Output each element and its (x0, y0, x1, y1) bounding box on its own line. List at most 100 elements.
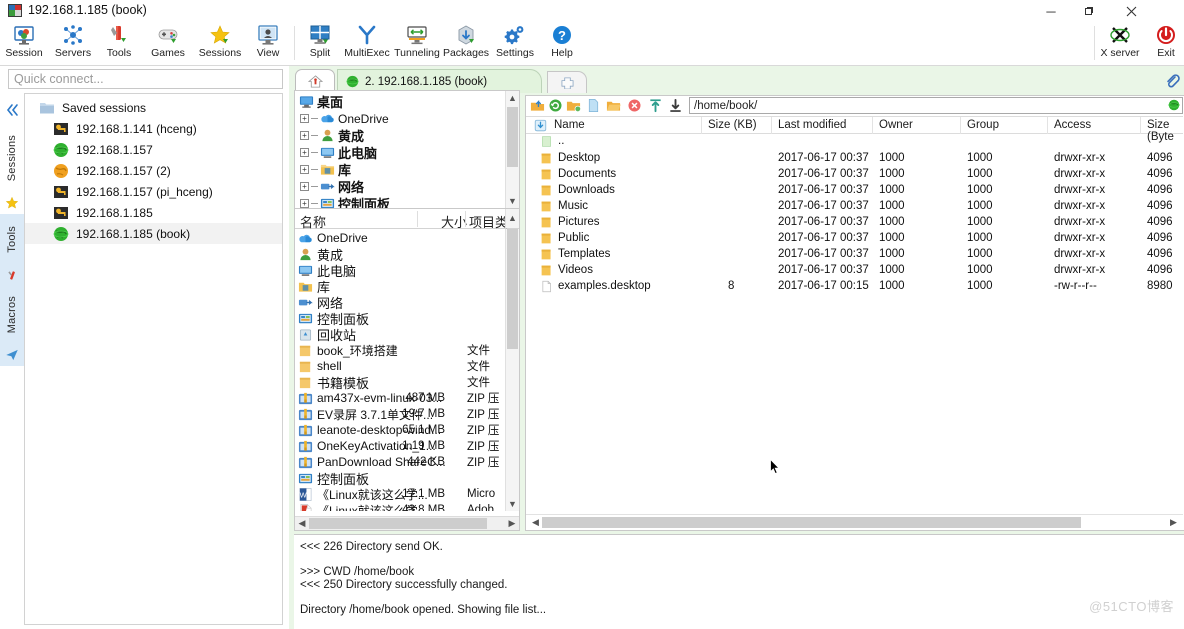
tree-item-0[interactable]: 桌面 (299, 93, 343, 110)
scroll-up-arrow[interactable]: ▲ (506, 211, 519, 225)
header-sep[interactable] (1140, 117, 1141, 134)
quick-connect-input[interactable] (9, 70, 282, 88)
session-item-2[interactable]: 192.168.1.157 (2) (25, 160, 282, 181)
ribbon-button-exit[interactable]: Exit (1150, 22, 1182, 66)
ribbon-button-split[interactable]: Split (302, 22, 338, 66)
tree-item-3[interactable]: + 此电脑 (300, 144, 377, 161)
new-folder-icon[interactable] (566, 98, 581, 113)
table-row[interactable]: Desktop 2017-06-17 00:37 1000 1000 drwxr… (526, 151, 1183, 167)
table-row[interactable]: Pictures 2017-06-17 00:37 1000 1000 drwx… (526, 215, 1183, 231)
paperclip-icon[interactable] (1164, 73, 1180, 89)
tree-item-2[interactable]: + 黄成 (300, 127, 364, 144)
ribbon-button-multiexec[interactable]: MultiExec (342, 22, 392, 66)
table-row[interactable]: .. (526, 134, 1183, 150)
ribbon-button-xserver[interactable]: X server (1098, 22, 1142, 66)
expander-icon[interactable]: + (300, 182, 309, 191)
minimize-button[interactable]: ─ (1032, 0, 1070, 22)
quick-connect-box[interactable] (8, 69, 283, 89)
upload-icon[interactable] (648, 98, 663, 113)
session-item-3[interactable]: 192.168.1.157 (pi_hceng) (25, 181, 282, 202)
remote-hscrollbar[interactable]: ◀ ▶ (526, 514, 1183, 530)
open-folder-icon[interactable] (606, 98, 621, 113)
list-vscrollbar[interactable]: ▼ (505, 229, 519, 511)
scroll-thumb[interactable] (309, 518, 487, 529)
tree-item-1[interactable]: + OneDrive (300, 110, 389, 127)
ribbon-button-tunneling[interactable]: Tunneling (392, 22, 442, 66)
scroll-left-arrow[interactable]: ◀ (295, 517, 309, 530)
tools-wrench-icon-holder[interactable] (0, 264, 24, 286)
table-row[interactable]: Templates 2017-06-17 00:37 1000 1000 drw… (526, 247, 1183, 263)
expander-icon[interactable]: + (300, 199, 309, 208)
ribbon-button-games[interactable]: Games (146, 22, 190, 66)
header-sep[interactable] (701, 117, 702, 134)
close-button[interactable] (1112, 0, 1150, 22)
scroll-down-arrow[interactable]: ▼ (506, 194, 519, 208)
list-item[interactable]: A 《Linux就该这么学... 43.8 MB Adob (295, 501, 505, 511)
collapse-sidebar-button[interactable] (0, 96, 24, 124)
go-up-icon[interactable] (530, 98, 545, 113)
maximize-button[interactable] (1070, 0, 1108, 22)
macros-plane-icon-holder[interactable] (0, 344, 24, 366)
table-row[interactable]: Downloads 2017-06-17 00:37 1000 1000 drw… (526, 183, 1183, 199)
scroll-right-arrow[interactable]: ▶ (1166, 516, 1181, 529)
expander-icon[interactable]: + (300, 114, 309, 123)
header-sep[interactable] (771, 117, 772, 134)
sidebar-item-macros[interactable]: Macros (0, 286, 24, 344)
table-row[interactable]: Videos 2017-06-17 00:37 1000 1000 drwxr-… (526, 263, 1183, 279)
sessions-star-icon-holder[interactable] (0, 192, 24, 214)
local-hscrollbar[interactable]: ◀ ▶ (295, 516, 519, 530)
header-sep[interactable] (960, 117, 961, 134)
tree-item-6[interactable]: + 控制面板 (300, 195, 390, 208)
tree-vscrollbar[interactable]: ▲ ▼ (505, 91, 519, 208)
refresh-icon[interactable] (548, 98, 563, 113)
ribbon-button-sessions[interactable]: Sessions (196, 22, 244, 66)
tree-item-4[interactable]: + 库 (300, 161, 351, 178)
sessions-root[interactable]: Saved sessions (25, 97, 282, 118)
column-header-name[interactable]: Name (554, 119, 585, 131)
column-header-group[interactable]: Group (967, 119, 999, 131)
sidebar-item-sessions[interactable]: Sessions (0, 124, 24, 192)
list-vscroll-top[interactable]: ▲ (505, 209, 519, 228)
header-sep[interactable] (417, 211, 418, 227)
table-row[interactable]: Public 2017-06-17 00:37 1000 1000 drwxr-… (526, 231, 1183, 247)
column-header-owner[interactable]: Owner (879, 119, 913, 131)
table-row[interactable]: Documents 2017-06-17 00:37 1000 1000 drw… (526, 167, 1183, 183)
download-icon[interactable] (668, 98, 683, 113)
session-item-4[interactable]: 192.168.1.185 (25, 202, 282, 223)
column-header-access[interactable]: Access (1054, 119, 1091, 131)
header-sep[interactable] (465, 211, 466, 227)
scroll-right-arrow[interactable]: ▶ (505, 517, 519, 530)
header-sep[interactable] (872, 117, 873, 134)
tab-new[interactable] (547, 71, 587, 93)
new-file-icon[interactable] (586, 98, 601, 113)
scroll-thumb[interactable] (542, 517, 1081, 528)
session-item-5[interactable]: 192.168.1.185 (book) (25, 223, 282, 244)
delete-icon[interactable] (627, 98, 642, 113)
ribbon-button-view[interactable]: View (250, 22, 286, 66)
sidebar-item-tools[interactable]: Tools (0, 214, 24, 264)
header-sep[interactable] (1047, 117, 1048, 134)
remote-path-box[interactable]: /home/book/ (689, 97, 1183, 114)
ribbon-button-packages[interactable]: Packages (442, 22, 490, 66)
ribbon-button-settings[interactable]: Settings (492, 22, 538, 66)
column-header-size-kb[interactable]: Size (KB) (708, 119, 757, 131)
ribbon-button-help[interactable]: ? Help (544, 22, 580, 66)
expander-icon[interactable]: + (300, 131, 309, 140)
scroll-left-arrow[interactable]: ◀ (528, 516, 543, 529)
column-header-last-modified[interactable]: Last modified (778, 119, 846, 131)
session-item-1[interactable]: 192.168.1.157 (25, 139, 282, 160)
ribbon-button-session[interactable]: Session (4, 22, 44, 66)
session-item-0[interactable]: 192.168.1.141 (hceng) (25, 118, 282, 139)
expander-icon[interactable]: + (300, 148, 309, 157)
scroll-down-arrow[interactable]: ▼ (506, 497, 519, 511)
select-all-icon[interactable] (534, 119, 547, 132)
expander-icon[interactable]: + (300, 165, 309, 174)
scroll-up-arrow[interactable]: ▲ (506, 91, 519, 105)
scroll-thumb[interactable] (507, 229, 518, 349)
ribbon-button-tools[interactable]: Tools (100, 22, 138, 66)
ribbon-button-servers[interactable]: Servers (52, 22, 94, 66)
table-row[interactable]: Music 2017-06-17 00:37 1000 1000 drwxr-x… (526, 199, 1183, 215)
scroll-thumb[interactable] (507, 107, 518, 167)
table-row[interactable]: examples.desktop 8 2017-06-17 00:15 1000… (526, 279, 1183, 295)
tree-item-5[interactable]: + 网络 (300, 178, 364, 195)
